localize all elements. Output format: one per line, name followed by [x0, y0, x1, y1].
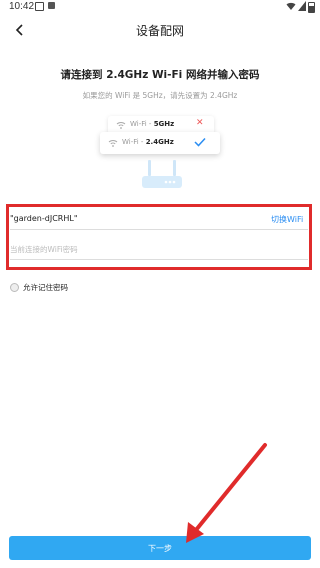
illustration-label-24ghz: Wi-Fi - 2.4GHz: [122, 138, 174, 146]
nav-bar: 设备配网: [0, 16, 320, 44]
page-title: 设备配网: [135, 24, 184, 38]
checkmark-icon: [194, 137, 206, 147]
wifi-status-icon: [286, 2, 296, 10]
illustration-wifi-24ghz-card: Wi-Fi - 2.4GHz: [100, 132, 220, 154]
battery-icon: [308, 2, 315, 13]
illustration-label-5ghz: Wi-Fi - 5GHz: [130, 120, 175, 128]
notification-icon: [35, 2, 44, 11]
remember-password-option[interactable]: 允许记住密码: [10, 282, 68, 293]
remember-password-label: 允许记住密码: [23, 283, 68, 292]
instruction-subheading: 如果您的 WiFi 是 5GHz，请先设置为 2.4GHz: [82, 91, 238, 100]
signal-icon: [298, 1, 306, 11]
switch-wifi-link[interactable]: 切换WiFi: [271, 214, 303, 225]
next-button-label: 下一步: [148, 543, 172, 553]
status-time: 10:42: [9, 1, 35, 12]
wifi-password-input[interactable]: [10, 240, 300, 258]
wifi-ssid-value: "garden-dJCRHL": [10, 214, 78, 223]
notification-icon: [48, 2, 55, 9]
divider: [10, 259, 308, 260]
divider: [10, 229, 308, 230]
wifi-icon: [108, 140, 118, 147]
instruction-heading: 请连接到 2.4GHz Wi-Fi 网络并输入密码: [60, 69, 260, 81]
close-icon: ✕: [196, 118, 204, 128]
router-icon: [142, 160, 182, 188]
remember-password-radio[interactable]: [10, 283, 19, 292]
wifi-icon: [116, 122, 126, 129]
next-button[interactable]: 下一步: [9, 536, 311, 560]
status-bar: 10:42: [0, 0, 320, 14]
